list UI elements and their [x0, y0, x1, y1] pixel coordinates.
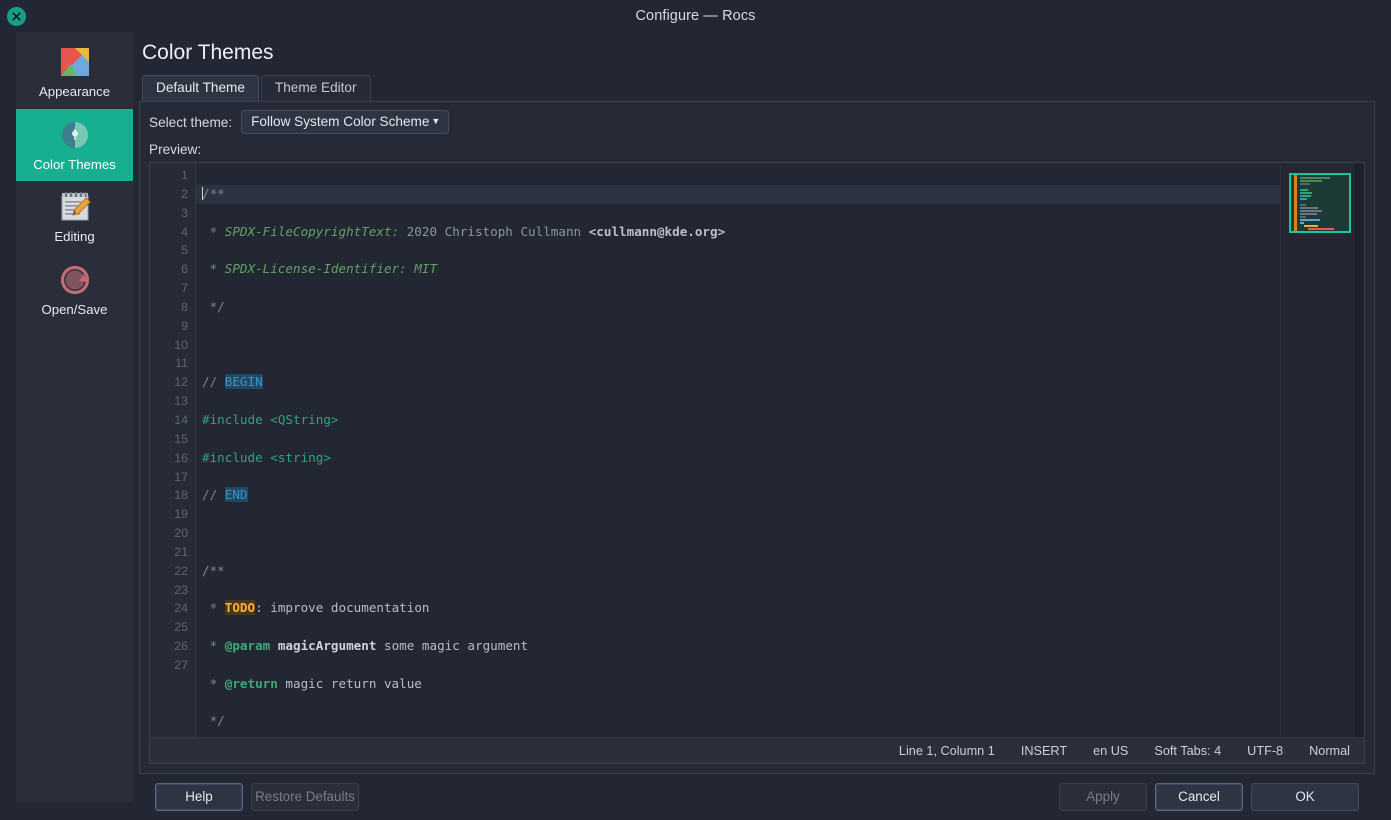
status-input-mode[interactable]: Normal — [1309, 744, 1350, 758]
tab-bar: Default Theme Theme Editor — [139, 75, 1375, 102]
minimap-viewport-highlight[interactable] — [1289, 173, 1351, 233]
line-number: 16 — [174, 450, 188, 465]
editor-minimap[interactable] — [1280, 163, 1364, 737]
close-window-button[interactable] — [7, 7, 26, 26]
code-line: /** — [196, 184, 1280, 204]
code-line: /** — [202, 562, 225, 578]
line-number: 4 — [181, 224, 188, 239]
line-number: 22 — [174, 563, 188, 578]
line-number: 10 — [174, 337, 188, 352]
ok-button[interactable]: OK — [1251, 783, 1359, 811]
line-number: 25 — [174, 620, 188, 635]
line-number: 27 — [174, 657, 188, 672]
footer-right-buttons: Apply Cancel OK — [1059, 783, 1359, 811]
code-line: // END — [202, 487, 248, 503]
window-title: Configure — Rocs — [635, 8, 756, 24]
line-number: 3 — [181, 205, 188, 220]
preview-label: Preview: — [149, 142, 202, 157]
line-number: 18 — [174, 488, 188, 503]
vertical-scrollbar[interactable] — [1355, 163, 1364, 737]
line-number: 9 — [181, 318, 188, 333]
sidebar-item-color-themes[interactable]: Color Themes — [16, 108, 133, 182]
theme-preview-editor: 1 2 3 4 5 6 7 8 9 10 11 12 13 14 15 16 17 18 19 20 21 22 23 24 2… — [149, 162, 1365, 764]
page-title: Color Themes — [142, 41, 274, 64]
line-number: 1 — [181, 168, 188, 182]
default-theme-panel: Select theme: Follow System Color Scheme… — [139, 101, 1375, 774]
theme-select-value: Follow System Color Scheme — [251, 114, 430, 129]
line-number: 13 — [174, 394, 188, 409]
status-language[interactable]: en US — [1093, 744, 1128, 758]
close-icon — [12, 12, 21, 21]
appearance-icon — [60, 48, 89, 76]
cancel-button[interactable]: Cancel — [1155, 783, 1243, 811]
line-number: 21 — [174, 544, 188, 559]
line-number-gutter: 1 2 3 4 5 6 7 8 9 10 11 12 13 14 15 16 17 18 19 20 21 22 23 24 2… — [150, 163, 196, 737]
status-cursor-position[interactable]: Line 1, Column 1 — [899, 744, 995, 758]
line-number: 17 — [174, 469, 188, 484]
line-number: 19 — [174, 507, 188, 522]
line-number: 14 — [174, 412, 188, 427]
sidebar-item-label: Editing — [54, 229, 95, 245]
editor-viewport[interactable]: 1 2 3 4 5 6 7 8 9 10 11 12 13 14 15 16 17 18 19 20 21 22 23 24 2… — [150, 163, 1364, 737]
dialog-body: Appearance Color Themes Editing Open/Sav… — [0, 32, 1391, 820]
line-number: 23 — [174, 582, 188, 597]
code-line: */ — [202, 713, 225, 729]
status-soft-tabs[interactable]: Soft Tabs: 4 — [1154, 744, 1221, 758]
code-line: * TODO: improve documentation — [202, 600, 430, 616]
color-themes-icon — [61, 121, 88, 148]
editor-status-bar: Line 1, Column 1 INSERT en US Soft Tabs:… — [150, 737, 1364, 763]
dialog-footer: Help Restore Defaults Apply Cancel OK — [139, 774, 1375, 820]
settings-sidebar: Appearance Color Themes Editing Open/Sav… — [16, 32, 133, 802]
tab-default-theme[interactable]: Default Theme — [142, 75, 259, 102]
minimap-modified-marker — [1294, 175, 1297, 231]
code-line: * @param magicArgument some magic argume… — [202, 638, 529, 654]
sidebar-item-appearance[interactable]: Appearance — [16, 36, 133, 109]
line-number: 8 — [181, 299, 188, 314]
settings-main-pane: Color Themes Default Theme Theme Editor … — [133, 32, 1391, 820]
configure-dialog-window: Configure — Rocs Appearance Color Themes… — [0, 0, 1391, 820]
line-number: 11 — [175, 356, 188, 371]
help-button[interactable]: Help — [155, 783, 243, 811]
footer-left-buttons: Help Restore Defaults — [155, 783, 359, 811]
sidebar-item-label: Open/Save — [41, 301, 108, 317]
code-line: */ — [202, 298, 225, 314]
restore-defaults-button[interactable]: Restore Defaults — [251, 783, 359, 811]
sidebar-item-editing[interactable]: Editing — [16, 181, 133, 254]
code-area[interactable]: /** * SPDX-FileCopyrightText: 2020 Chris… — [196, 163, 1280, 737]
editing-icon — [61, 192, 91, 221]
line-number: 26 — [174, 639, 188, 654]
line-number: 12 — [174, 375, 188, 390]
select-theme-row: Select theme: Follow System Color Scheme… — [149, 110, 1365, 142]
sidebar-item-open-save[interactable]: Open/Save — [16, 254, 133, 327]
chevron-down-icon: ▼ — [431, 116, 441, 126]
line-number: 6 — [181, 262, 188, 277]
theme-select-combobox[interactable]: Follow System Color Scheme ▼ — [241, 110, 450, 134]
code-line: #include <string> — [202, 449, 331, 465]
status-insert-mode[interactable]: INSERT — [1021, 744, 1067, 758]
line-number: 7 — [181, 281, 188, 296]
line-number: 20 — [174, 526, 188, 541]
status-encoding[interactable]: UTF-8 — [1247, 744, 1283, 758]
code-line: * SPDX-License-Identifier: MIT — [202, 261, 438, 277]
select-theme-label: Select theme: — [149, 114, 233, 130]
line-number: 24 — [174, 601, 188, 616]
code-line: * @return magic return value — [202, 675, 422, 691]
apply-button[interactable]: Apply — [1059, 783, 1147, 811]
title-bar: Configure — Rocs — [0, 0, 1391, 32]
code-line: // BEGIN — [202, 374, 263, 390]
open-save-icon — [60, 265, 89, 294]
line-number: 2 — [181, 186, 188, 201]
sidebar-item-label: Color Themes — [33, 156, 116, 172]
code-line: * SPDX-FileCopyrightText: 2020 Christoph… — [202, 223, 726, 239]
sidebar-item-label: Appearance — [38, 84, 111, 99]
line-number: 15 — [174, 431, 188, 446]
code-line: #include <QString> — [202, 411, 339, 427]
line-number: 5 — [181, 243, 188, 258]
tab-theme-editor[interactable]: Theme Editor — [260, 75, 371, 102]
